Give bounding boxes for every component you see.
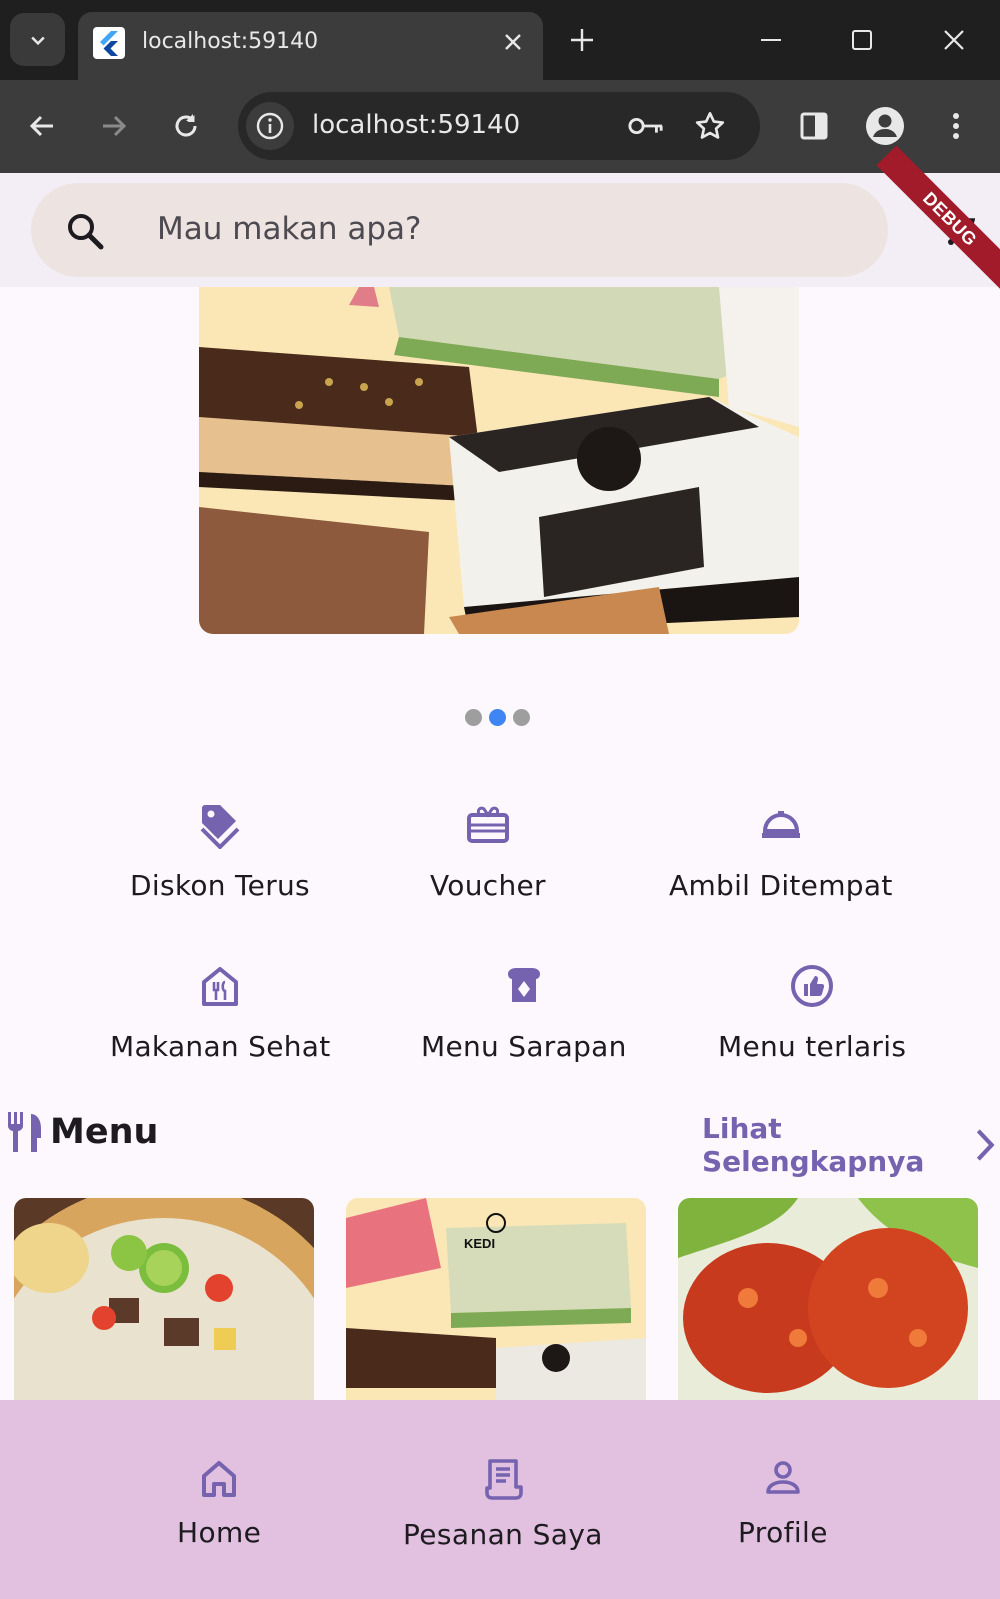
tab-search-button[interactable] (10, 13, 65, 66)
flutter-logo-icon (93, 27, 125, 59)
tag-icon (198, 803, 242, 849)
category-diskon-terus[interactable]: Diskon Terus (130, 803, 310, 902)
browser-toolbar: localhost:59140 (0, 80, 1000, 173)
receipt-icon (485, 1459, 523, 1500)
menu-title: Menu (50, 1112, 159, 1152)
close-window-icon[interactable] (936, 22, 972, 58)
bottom-navigation-bar: Home Pesanan Saya Profile (0, 1400, 1000, 1599)
see-more-label: Lihat Selengkapnya (702, 1112, 925, 1178)
browser-tab[interactable]: localhost:59140 (78, 12, 543, 80)
food-card-ayam-balado[interactable] (678, 1198, 978, 1400)
carousel-dot-active[interactable] (489, 709, 506, 726)
search-bar[interactable] (31, 183, 888, 277)
food-card-cake[interactable]: KEDI (346, 1198, 646, 1400)
room-service-icon (759, 803, 803, 847)
see-more-link[interactable]: Lihat Selengkapnya (702, 1112, 1000, 1178)
more-options-icon[interactable] (932, 102, 980, 150)
restaurant-icon (8, 1112, 41, 1152)
cake-image: KEDI (346, 1198, 646, 1400)
soto-image (14, 1198, 314, 1400)
search-icon (68, 214, 104, 250)
bookmark-star-icon[interactable] (692, 108, 728, 144)
nav-home[interactable]: Home (177, 1458, 261, 1549)
chevron-right-icon (976, 1129, 995, 1161)
gift-card-icon (466, 803, 510, 847)
category-makanan-sehat[interactable]: Makanan Sehat (110, 964, 331, 1063)
home-icon (202, 1461, 237, 1497)
food-card-soto[interactable] (14, 1198, 314, 1400)
carousel-dot[interactable] (513, 709, 530, 726)
address-bar[interactable]: localhost:59140 (238, 92, 760, 160)
carousel-dot[interactable] (465, 709, 482, 726)
nav-profile[interactable]: Profile (738, 1458, 828, 1549)
app-header (0, 173, 1000, 287)
side-panel-icon[interactable] (790, 102, 838, 150)
category-ambil-ditempat[interactable]: Ambil Ditempat (669, 803, 893, 902)
restaurant-house-icon (198, 964, 242, 1008)
close-tab-icon[interactable] (498, 27, 528, 57)
nav-pesanan-saya[interactable]: Pesanan Saya (403, 1458, 603, 1551)
url-text: localhost:59140 (312, 110, 521, 140)
thumb-up-icon (790, 964, 834, 1008)
key-icon[interactable] (628, 108, 664, 144)
category-voucher[interactable]: Voucher (430, 803, 546, 902)
back-arrow-icon[interactable] (18, 102, 66, 150)
browser-tab-strip: localhost:59140 (0, 0, 1000, 80)
ayam-balado-image (678, 1198, 978, 1400)
tab-title: localhost:59140 (142, 29, 319, 54)
carousel-indicator (465, 709, 530, 727)
profile-avatar-icon[interactable] (861, 102, 909, 150)
new-tab-icon[interactable] (566, 24, 598, 56)
category-menu-sarapan[interactable]: Menu Sarapan (421, 964, 627, 1063)
promo-banner-image[interactable] (199, 287, 799, 634)
reload-icon[interactable] (162, 102, 210, 150)
minimize-icon[interactable] (753, 22, 789, 58)
category-menu-terlaris[interactable]: Menu terlaris (718, 964, 906, 1063)
person-icon (766, 1461, 800, 1494)
chevron-down-icon (30, 36, 45, 45)
site-info-icon[interactable] (246, 102, 294, 150)
maximize-icon[interactable] (844, 22, 880, 58)
menu-section-header: Menu (4, 1110, 158, 1154)
search-input[interactable] (157, 209, 757, 249)
breakfast-icon (502, 964, 546, 1008)
svg-text:KEDI: KEDI (464, 1236, 495, 1251)
forward-arrow-icon[interactable] (90, 102, 138, 150)
